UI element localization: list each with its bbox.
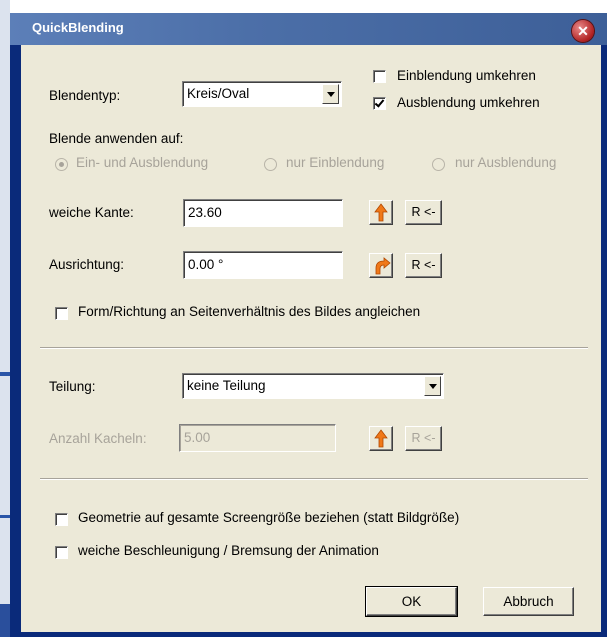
- blende-anwenden-label: Blende anwenden auf:: [49, 131, 184, 146]
- radio-nur-einblendung[interactable]: [264, 158, 277, 171]
- chevron-down-icon[interactable]: [322, 84, 339, 104]
- anzahl-kacheln-input[interactable]: 5.00: [179, 424, 336, 452]
- left-background-edge: [0, 0, 10, 637]
- teilung-label: Teilung:: [49, 379, 96, 394]
- blendentyp-label: Blendentyp:: [49, 88, 121, 103]
- weiche-kante-arrow-button[interactable]: [369, 200, 393, 225]
- einblendung-umkehren-label: Einblendung umkehren: [397, 68, 536, 83]
- edge-accent: [0, 515, 10, 518]
- blendentyp-value: Kreis/Oval: [187, 86, 250, 101]
- chevron-down-icon[interactable]: [424, 376, 441, 396]
- einblendung-umkehren-checkbox[interactable]: [373, 70, 386, 83]
- ausblendung-umkehren-checkbox[interactable]: [373, 97, 386, 110]
- ausrichtung-label: Ausrichtung:: [49, 257, 125, 272]
- anzahl-kacheln-arrow-button[interactable]: [369, 426, 393, 451]
- anzahl-kacheln-reset-button[interactable]: R <-: [405, 426, 442, 451]
- form-richtung-label: Form/Richtung an Seitenverhältnis des Bi…: [78, 304, 421, 319]
- geometrie-checkbox[interactable]: [55, 513, 68, 526]
- geometrie-label: Geometrie auf gesamte Screengröße bezieh…: [78, 510, 460, 525]
- radio-nur-einblendung-label: nur Einblendung: [286, 155, 385, 170]
- close-button[interactable]: ✕: [572, 20, 594, 42]
- teilung-value: keine Teilung: [187, 378, 266, 393]
- window-title: QuickBlending: [32, 20, 124, 35]
- separator: [40, 478, 588, 480]
- ausrichtung-rotate-button[interactable]: [369, 253, 393, 278]
- ausrichtung-reset-button[interactable]: R <-: [405, 253, 442, 278]
- radio-nur-ausblendung-label: nur Ausblendung: [455, 155, 557, 170]
- edge-accent: [0, 604, 10, 637]
- rotate-arrow-icon: [375, 257, 391, 275]
- edge-accent: [0, 372, 10, 376]
- arrow-up-icon: [374, 203, 388, 222]
- close-icon: ✕: [577, 23, 589, 39]
- weiche-kante-reset-button[interactable]: R <-: [405, 200, 442, 225]
- radio-ein-und-ausblendung[interactable]: [55, 158, 68, 171]
- weiche-kante-input[interactable]: 23.60: [183, 199, 343, 227]
- separator: [40, 347, 588, 349]
- radio-nur-ausblendung[interactable]: [432, 158, 445, 171]
- cancel-button[interactable]: Abbruch: [483, 587, 574, 616]
- weiche-kante-label: weiche Kante:: [49, 205, 134, 220]
- form-richtung-checkbox[interactable]: [55, 307, 68, 320]
- blendentyp-select[interactable]: Kreis/Oval: [182, 81, 342, 107]
- arrow-up-icon: [374, 429, 388, 448]
- weiche-beschleunigung-checkbox[interactable]: [55, 546, 68, 559]
- radio-ein-und-ausblendung-label: Ein- und Ausblendung: [76, 155, 209, 170]
- weiche-beschleunigung-label: weiche Beschleunigung / Bremsung der Ani…: [78, 543, 379, 558]
- ausrichtung-input[interactable]: 0.00 °: [183, 251, 343, 279]
- ok-button[interactable]: OK: [365, 586, 458, 617]
- anzahl-kacheln-label: Anzahl Kacheln:: [49, 431, 147, 446]
- teilung-select[interactable]: keine Teilung: [182, 373, 444, 399]
- ausblendung-umkehren-label: Ausblendung umkehren: [397, 95, 540, 110]
